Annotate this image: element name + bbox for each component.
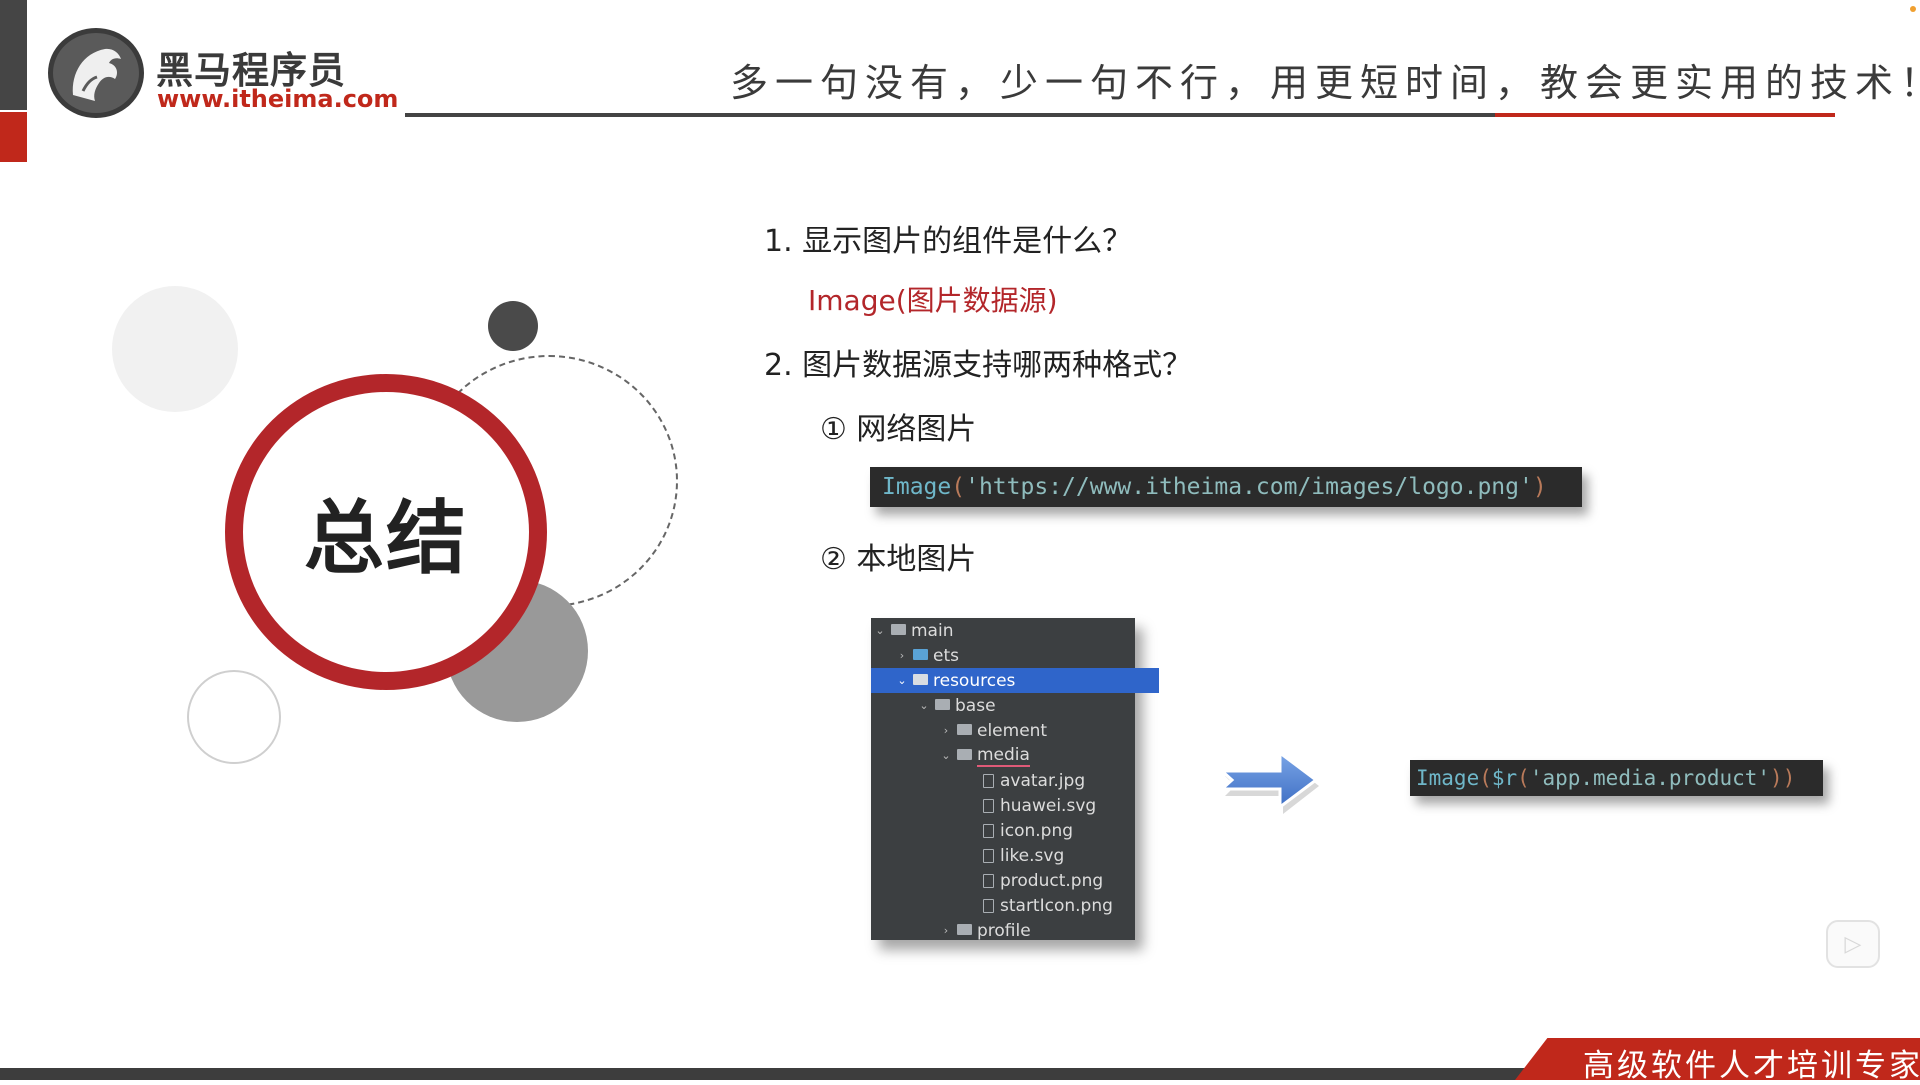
folder-icon [935, 699, 950, 710]
tree-item[interactable]: › ets [871, 643, 1159, 668]
code-string: 'https://www.itheima.com/images/logo.png… [965, 474, 1533, 500]
file-icon [983, 873, 994, 888]
tree-item-label: product.png [1000, 870, 1104, 891]
folder-icon [957, 724, 972, 735]
play-icon[interactable]: ▷ [1826, 920, 1880, 968]
tree-item-label: like.svg [1000, 845, 1065, 866]
code-paren: )) [1770, 766, 1796, 790]
chevron-down-icon[interactable]: ⌄ [895, 674, 909, 687]
file-icon [983, 798, 994, 813]
folder-icon [913, 649, 928, 660]
tree-item[interactable]: › profile [871, 918, 1203, 943]
code-paren: ) [1532, 474, 1547, 500]
decor-circle-dark [488, 301, 538, 351]
code-fn: Image [1416, 766, 1480, 790]
code-paren: ( [951, 474, 966, 500]
file-icon [983, 773, 994, 788]
file-icon [983, 823, 994, 838]
tree-item[interactable]: icon.png [871, 818, 1241, 843]
folder-icon [891, 624, 906, 635]
chevron-down-icon[interactable]: ⌄ [917, 699, 931, 712]
question-2: 2. 图片数据源支持哪两种格式？ [764, 348, 1193, 383]
tree-item[interactable]: ⌄ main [871, 618, 1137, 643]
logo-url: www.itheima.com [157, 85, 399, 113]
tree-item[interactable]: like.svg [871, 843, 1241, 868]
horse-logo-icon [48, 28, 144, 118]
tree-item-selected[interactable]: ⌄ resources [871, 668, 1159, 693]
summary-circle: 总结 [225, 374, 547, 690]
answer-1: Image(图片数据源) [808, 284, 1058, 317]
footer-tagline: 高级软件人才培训专家 [1583, 1048, 1920, 1084]
code-paren: ( [1479, 766, 1492, 790]
tree-item[interactable]: ⌄ base [871, 693, 1181, 718]
chevron-down-icon[interactable]: ⌄ [939, 749, 953, 762]
folder-icon [957, 749, 972, 760]
tree-item-label: media [977, 744, 1030, 767]
tree-item[interactable]: ⌄ media [871, 743, 1203, 768]
tree-item-label: base [955, 695, 996, 716]
left-accent-bar-red [0, 112, 27, 162]
code-resource-fn: $r [1491, 766, 1518, 790]
top-corner-dot [1910, 6, 1916, 12]
folder-icon [957, 924, 972, 935]
code-paren: ( [1517, 766, 1530, 790]
chevron-right-icon[interactable]: › [939, 724, 953, 737]
decor-circle-light [112, 286, 238, 412]
decor-circle-outline [187, 670, 281, 764]
tree-item-label: huawei.svg [1000, 795, 1097, 816]
tree-item[interactable]: product.png [871, 868, 1241, 893]
tree-item[interactable]: › element [871, 718, 1203, 743]
tree-item-label: ets [933, 645, 959, 666]
tree-item[interactable]: huawei.svg [871, 793, 1241, 818]
arrow-right-icon [1218, 750, 1319, 814]
code-fn: Image [882, 474, 952, 500]
file-icon [983, 848, 994, 863]
summary-title: 总结 [304, 492, 468, 585]
header-divider-accent [1495, 113, 1835, 117]
tree-item-label: avatar.jpg [1000, 770, 1086, 791]
left-accent-bar-dark [0, 0, 27, 110]
option-network-image: ① 网络图片 [820, 412, 977, 447]
option-local-image: ② 本地图片 [820, 542, 977, 577]
chevron-down-icon[interactable]: ⌄ [873, 624, 887, 637]
tree-item-label: startIcon.png [1000, 895, 1113, 916]
chevron-right-icon[interactable]: › [939, 924, 953, 937]
tree-item-label: icon.png [1000, 820, 1074, 841]
tree-item-label: resources [933, 670, 1016, 691]
tree-item[interactable]: startIcon.png [871, 893, 1241, 918]
tree-item-label: element [977, 720, 1048, 741]
tree-item-label: main [911, 620, 954, 641]
code-string: 'app.media.product' [1529, 766, 1771, 790]
tree-item-label: profile [977, 920, 1031, 941]
file-icon [983, 898, 994, 913]
project-file-tree: ⌄ main › ets ⌄ resources ⌄ base › element ⌄ me… [871, 618, 1159, 941]
code-network-image: Image('https://www.itheima.com/images/lo… [870, 467, 1582, 507]
folder-icon [913, 674, 928, 685]
header-slogan: 多一句没有，少一句不行，用更短时间，教会更实用的技术！ [730, 61, 1920, 105]
chevron-right-icon[interactable]: › [895, 649, 909, 662]
tree-item[interactable]: avatar.jpg [871, 768, 1241, 793]
question-1: 1. 显示图片的组件是什么？ [764, 224, 1133, 259]
code-local-image: Image($r('app.media.product')) [1410, 760, 1823, 796]
